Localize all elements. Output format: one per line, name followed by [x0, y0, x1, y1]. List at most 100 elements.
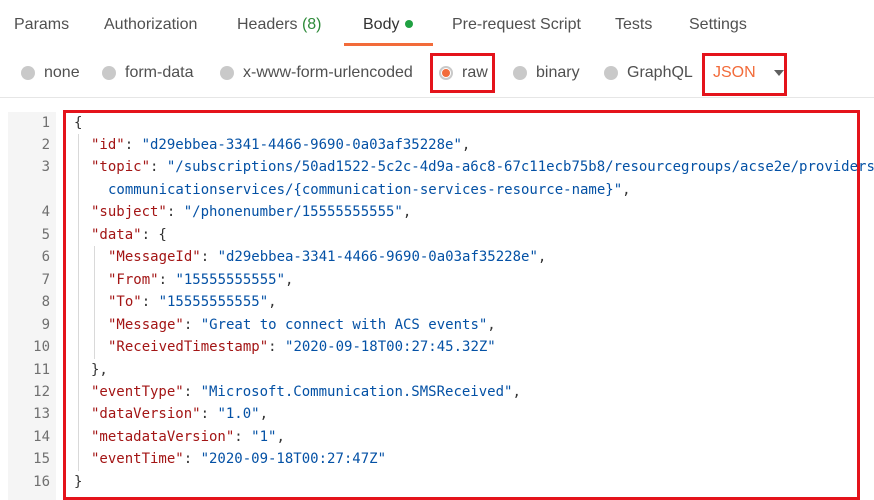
option-label: form-data — [125, 64, 194, 81]
code-token: , — [537, 249, 547, 265]
tab-label: Params — [14, 16, 70, 33]
code-token: { — [74, 115, 83, 131]
code-line-wrapped: communicationservices/{communication-ser… — [108, 179, 631, 201]
headers-count-badge: (8) — [301, 16, 322, 33]
tab-tests[interactable]: Tests — [615, 16, 652, 38]
code-line: { — [74, 112, 82, 134]
radio-icon — [102, 66, 116, 80]
option-label: raw — [462, 64, 488, 81]
code-token: "topic" — [91, 159, 151, 175]
code-token: "subject" — [91, 204, 167, 220]
code-token: "Microsoft.Communication.SMSReceived" — [200, 384, 513, 400]
code-line: "From": "15555555555", — [108, 269, 293, 291]
indent-guide — [78, 134, 79, 471]
code-token: "dataVersion" — [91, 406, 201, 422]
code-line: "eventType": "Microsoft.Communication.SM… — [91, 381, 521, 403]
tab-authorization[interactable]: Authorization — [104, 16, 197, 38]
code-token: "eventType" — [91, 384, 184, 400]
line-number: 11 — [33, 362, 50, 378]
code-token: , — [512, 384, 521, 400]
body-option-binary[interactable]: binary — [513, 60, 580, 86]
line-number: 10 — [33, 339, 50, 355]
line-number: 2 — [41, 137, 50, 153]
active-dot-icon — [405, 19, 414, 28]
body-option-graphql[interactable]: GraphQL — [604, 60, 693, 86]
code-line: "dataVersion": "1.0", — [91, 403, 268, 425]
code-token: , — [285, 272, 294, 288]
code-token: "/subscriptions/50ad1522-5c2c-4d9a-a6c8-… — [166, 159, 874, 175]
code-token: : — [158, 272, 176, 288]
code-token: "2020-09-18T00:27:47Z" — [200, 451, 387, 467]
code-token: "From" — [108, 272, 159, 288]
tab-label: Pre-request Script — [452, 16, 581, 33]
tab-body[interactable]: Body — [363, 16, 414, 38]
line-number: 16 — [33, 474, 50, 490]
code-token: : — [200, 406, 218, 422]
code-token: "metadataVersion" — [91, 429, 235, 445]
code-token: "data" — [91, 227, 142, 243]
editor-divider — [0, 97, 874, 98]
code-token: communicationservices/{communication-ser… — [108, 182, 623, 198]
radio-icon — [220, 66, 234, 80]
code-token: "15555555555" — [158, 294, 269, 310]
line-number: 15 — [33, 451, 50, 467]
tab-params[interactable]: Params — [14, 16, 69, 38]
tab-headers[interactable]: Headers (8) — [237, 16, 322, 38]
code-token: : — [183, 317, 201, 333]
tab-settings[interactable]: Settings — [689, 16, 747, 38]
code-token: : { — [141, 227, 167, 243]
code-line: "ReceivedTimestamp": "2020-09-18T00:27:4… — [108, 336, 496, 358]
body-option-x-www-form-urlencoded[interactable]: x-www-form-urlencoded — [220, 60, 413, 86]
indent-guide — [94, 246, 95, 359]
body-option-none[interactable]: none — [21, 60, 80, 86]
line-number: 1 — [41, 115, 50, 131]
code-token: : — [268, 339, 286, 355]
code-token: "MessageId" — [108, 249, 201, 265]
language-label: JSON — [713, 64, 756, 81]
request-tabs: Params Authorization Headers (8) Body Pr… — [0, 0, 874, 46]
code-token: }, — [91, 362, 108, 378]
line-number: 3 — [41, 159, 50, 175]
code-token: , — [487, 317, 496, 333]
tab-label: Authorization — [104, 16, 198, 33]
code-token: : — [183, 451, 201, 467]
code-token: , — [268, 294, 277, 310]
radio-icon — [604, 66, 618, 80]
code-token: , — [622, 182, 631, 198]
code-token: "Great to connect with ACS events" — [200, 317, 488, 333]
body-option-raw[interactable]: raw — [439, 60, 488, 86]
code-token: "2020-09-18T00:27:45.32Z" — [285, 339, 496, 355]
radio-dot-icon — [442, 69, 450, 77]
code-token: : — [141, 294, 159, 310]
radio-selected-icon — [439, 66, 453, 80]
code-token: , — [461, 137, 471, 153]
code-line: "topic": "/subscriptions/50ad1522-5c2c-4… — [91, 156, 874, 178]
code-line: "subject": "/phonenumber/15555555555", — [91, 201, 411, 223]
code-token: , — [402, 204, 412, 220]
code-line: "Message": "Great to connect with ACS ev… — [108, 314, 496, 336]
code-token: : — [200, 249, 218, 265]
code-line: "id": "d29ebbea-3341-4466-9690-0a03af352… — [91, 134, 470, 156]
line-number: 5 — [41, 227, 50, 243]
line-number: 9 — [41, 317, 50, 333]
body-option-form-data[interactable]: form-data — [102, 60, 193, 86]
option-label: binary — [536, 64, 580, 81]
code-token: "1.0" — [217, 406, 260, 422]
code-line: "MessageId": "d29ebbea-3341-4466-9690-0a… — [108, 246, 546, 268]
code-token: "1" — [251, 429, 277, 445]
language-select[interactable]: JSON — [713, 60, 784, 86]
code-token: "To" — [108, 294, 142, 310]
tab-label: Settings — [689, 16, 747, 33]
line-number: 13 — [33, 406, 50, 422]
tab-label: Body — [363, 16, 400, 33]
code-token: "/phonenumber/15555555555" — [183, 204, 403, 220]
tab-label: Tests — [615, 16, 653, 33]
line-number: 6 — [41, 249, 50, 265]
code-token: : — [150, 159, 167, 175]
tab-pre-request-script[interactable]: Pre-request Script — [452, 16, 581, 38]
code-line: } — [74, 471, 82, 493]
line-number: 7 — [41, 272, 50, 288]
option-label: none — [44, 64, 80, 81]
line-number: 8 — [41, 294, 50, 310]
code-token: "15555555555" — [175, 272, 286, 288]
